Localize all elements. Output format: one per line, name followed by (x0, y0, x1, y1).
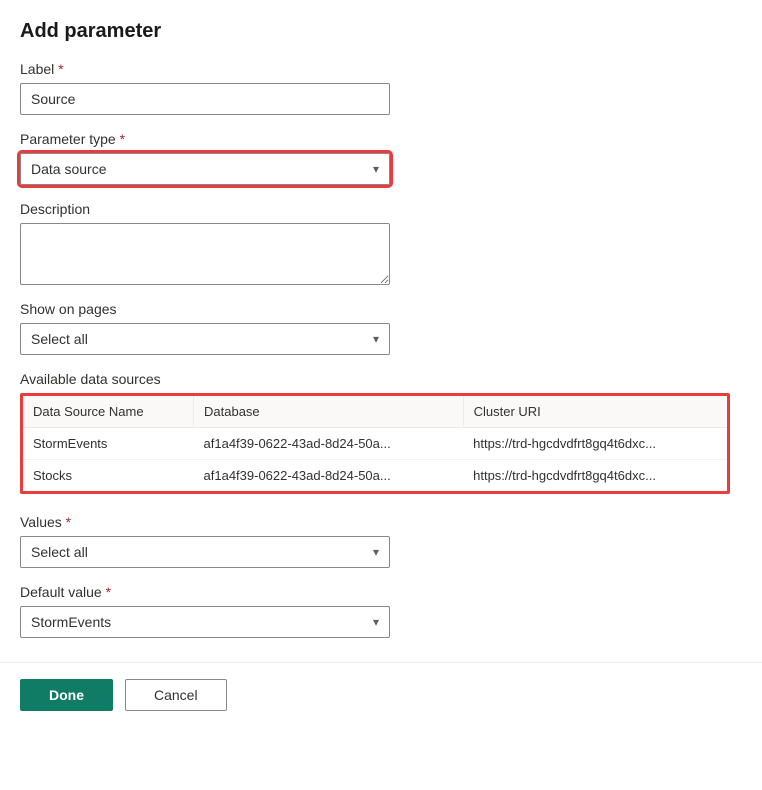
description-label: Description (20, 201, 742, 217)
cell-database: af1a4f39-0622-43ad-8d24-50a... (194, 428, 464, 460)
done-button[interactable]: Done (20, 679, 113, 711)
available-data-sources-label: Available data sources (20, 371, 742, 387)
col-header-name[interactable]: Data Source Name (23, 396, 194, 428)
cancel-button[interactable]: Cancel (125, 679, 227, 711)
parameter-type-value: Data source (31, 161, 373, 177)
show-on-pages-value: Select all (31, 331, 373, 347)
parameter-type-label: Parameter type (20, 131, 742, 147)
chevron-down-icon: ▾ (373, 162, 379, 176)
show-on-pages-select[interactable]: Select all ▾ (20, 323, 390, 355)
label-input[interactable] (20, 83, 390, 115)
page-title: Add parameter (20, 20, 742, 43)
parameter-type-select[interactable]: Data source ▾ (20, 153, 390, 185)
cell-cluster: https://trd-hgcdvdfrt8gq4t6dxc... (463, 428, 727, 460)
cell-name: Stocks (23, 460, 194, 492)
default-value-select[interactable]: StormEvents ▾ (20, 606, 390, 638)
footer-separator (0, 662, 762, 663)
cell-cluster: https://trd-hgcdvdfrt8gq4t6dxc... (463, 460, 727, 492)
show-on-pages-label: Show on pages (20, 301, 742, 317)
chevron-down-icon: ▾ (373, 545, 379, 559)
default-value-label: Default value (20, 584, 742, 600)
default-value-value: StormEvents (31, 614, 373, 630)
description-textarea[interactable] (20, 223, 390, 285)
values-label: Values (20, 514, 742, 530)
table-row[interactable]: StormEvents af1a4f39-0622-43ad-8d24-50a.… (23, 428, 727, 460)
cell-database: af1a4f39-0622-43ad-8d24-50a... (194, 460, 464, 492)
col-header-database[interactable]: Database (194, 396, 464, 428)
table-row[interactable]: Stocks af1a4f39-0622-43ad-8d24-50a... ht… (23, 460, 727, 492)
chevron-down-icon: ▾ (373, 615, 379, 629)
col-header-cluster[interactable]: Cluster URI (463, 396, 727, 428)
data-sources-table: Data Source Name Database Cluster URI St… (23, 396, 727, 491)
label-field-label: Label (20, 61, 742, 77)
data-sources-table-container: Data Source Name Database Cluster URI St… (20, 393, 730, 494)
chevron-down-icon: ▾ (373, 332, 379, 346)
values-value: Select all (31, 544, 373, 560)
values-select[interactable]: Select all ▾ (20, 536, 390, 568)
cell-name: StormEvents (23, 428, 194, 460)
